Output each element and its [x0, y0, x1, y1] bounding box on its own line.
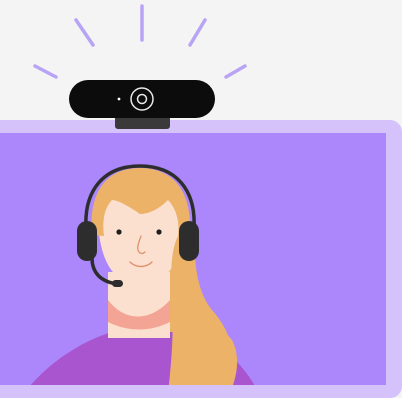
- light-ray: [188, 18, 207, 47]
- light-ray: [74, 18, 95, 47]
- light-ray: [224, 64, 247, 79]
- right-earcup: [179, 221, 199, 261]
- video-call-illustration: [0, 4, 402, 398]
- light-ray: [33, 64, 58, 79]
- light-rays-icon: [33, 4, 247, 79]
- webcam-indicator-light: [117, 97, 121, 101]
- illustration-stage: [0, 0, 402, 398]
- left-earcup: [77, 221, 97, 261]
- right-eye: [156, 229, 162, 235]
- microphone-tip: [112, 280, 123, 287]
- webcam-body: [69, 80, 215, 118]
- left-eye: [116, 229, 122, 235]
